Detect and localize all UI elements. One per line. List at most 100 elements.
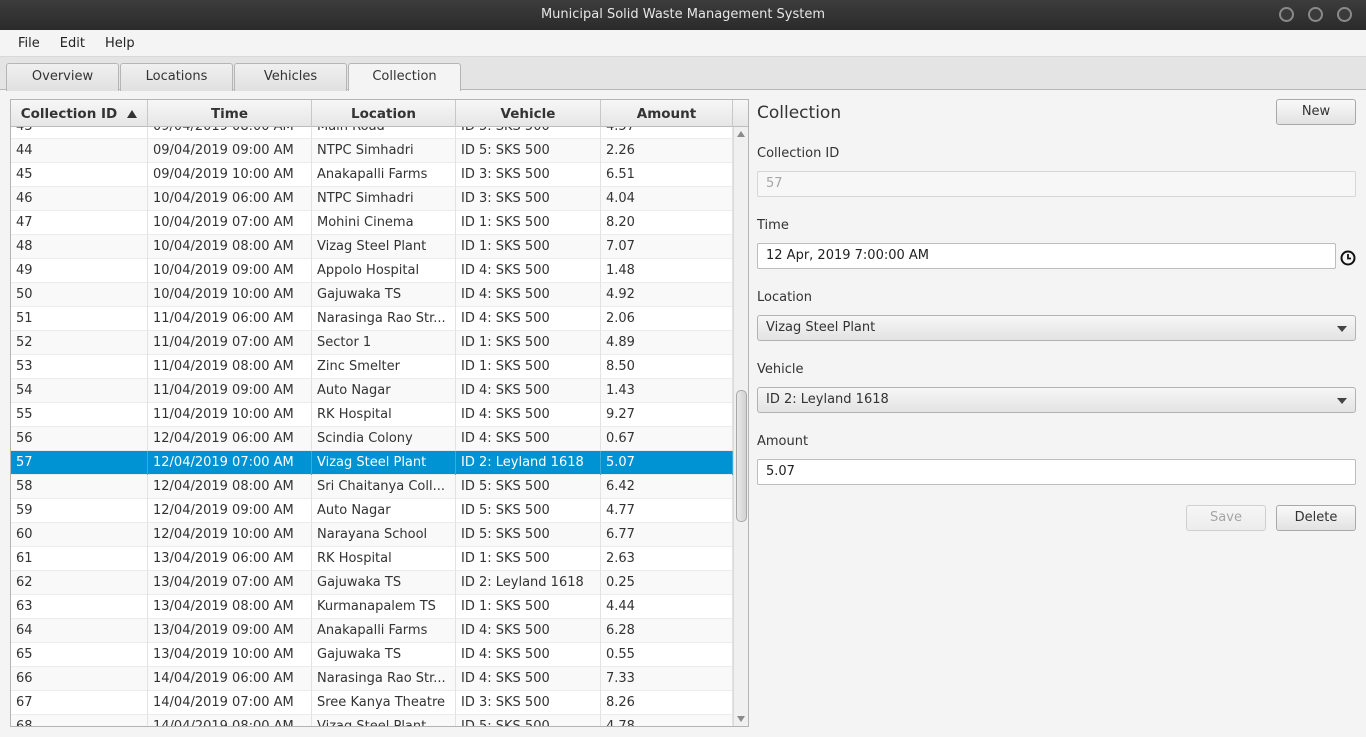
table-row[interactable]: 50 10/04/2019 10:00 AM Gajuwaka TS ID 4: SK… bbox=[11, 283, 733, 307]
column-header-vehicle[interactable]: Vehicle bbox=[456, 100, 601, 127]
cell-vehicle: ID 5: SKS 500 bbox=[456, 139, 601, 163]
tab-overview[interactable]: Overview bbox=[6, 63, 119, 91]
minimize-button[interactable] bbox=[1279, 7, 1294, 22]
new-button[interactable]: New bbox=[1276, 99, 1356, 125]
cell-amount: 6.28 bbox=[601, 619, 733, 643]
tab-collection[interactable]: Collection bbox=[348, 63, 461, 91]
table-row[interactable]: 44 09/04/2019 09:00 AM NTPC Simhadri ID 5: … bbox=[11, 139, 733, 163]
scrollbar-thumb[interactable] bbox=[736, 390, 747, 522]
delete-button[interactable]: Delete bbox=[1276, 505, 1356, 531]
cell-collection-id: 68 bbox=[11, 715, 148, 726]
cell-vehicle: ID 1: SKS 500 bbox=[456, 547, 601, 571]
table-row[interactable]: 49 10/04/2019 09:00 AM Appolo Hospital ID 4… bbox=[11, 259, 733, 283]
cell-vehicle: ID 5: SKS 500 bbox=[456, 523, 601, 547]
tab-locations[interactable]: Locations bbox=[120, 63, 233, 91]
cell-amount: 4.57 bbox=[601, 127, 733, 139]
location-dropdown[interactable]: Vizag Steel Plant bbox=[757, 315, 1356, 341]
cell-amount: 0.25 bbox=[601, 571, 733, 595]
table-row[interactable]: 46 10/04/2019 06:00 AM NTPC Simhadri ID 3: … bbox=[11, 187, 733, 211]
table-row[interactable]: 56 12/04/2019 06:00 AM Scindia Colony ID 4:… bbox=[11, 427, 733, 451]
time-field[interactable]: 12 Apr, 2019 7:00:00 AM bbox=[757, 243, 1336, 269]
table-row[interactable]: 67 14/04/2019 07:00 AM Sree Kanya Theatre I… bbox=[11, 691, 733, 715]
cell-amount: 9.27 bbox=[601, 403, 733, 427]
cell-location: Auto Nagar bbox=[312, 379, 456, 403]
table-row[interactable]: 59 12/04/2019 09:00 AM Auto Nagar ID 5: SKS… bbox=[11, 499, 733, 523]
cell-vehicle: ID 4: SKS 500 bbox=[456, 259, 601, 283]
column-header-location[interactable]: Location bbox=[312, 100, 456, 127]
table-row[interactable]: 65 13/04/2019 10:00 AM Gajuwaka TS ID 4: SK… bbox=[11, 643, 733, 667]
table-row[interactable]: 66 14/04/2019 06:00 AM Narasinga Rao Str..… bbox=[11, 667, 733, 691]
table-row[interactable]: 53 11/04/2019 08:00 AM Zinc Smelter ID 1: S… bbox=[11, 355, 733, 379]
maximize-button[interactable] bbox=[1308, 7, 1323, 22]
cell-collection-id: 53 bbox=[11, 355, 148, 379]
cell-collection-id: 52 bbox=[11, 331, 148, 355]
table-row[interactable]: 61 13/04/2019 06:00 AM RK Hospital ID 1: SK… bbox=[11, 547, 733, 571]
cell-location: Zinc Smelter bbox=[312, 355, 456, 379]
table-row[interactable]: 6814/04/2019 08:00 AMVizag Steel PlantID… bbox=[11, 715, 733, 726]
cell-vehicle: ID 4: SKS 500 bbox=[456, 283, 601, 307]
menu-help[interactable]: Help bbox=[95, 30, 145, 57]
cell-collection-id: 58 bbox=[11, 475, 148, 499]
cell-vehicle: ID 3: SKS 500 bbox=[456, 163, 601, 187]
collection-form: Collection New Collection ID 57 Time 12 … bbox=[757, 99, 1357, 539]
cell-amount: 2.06 bbox=[601, 307, 733, 331]
cell-amount: 4.04 bbox=[601, 187, 733, 211]
table-row[interactable]: 52 11/04/2019 07:00 AM Sector 1 ID 1: SKS 5… bbox=[11, 331, 733, 355]
vertical-scrollbar[interactable] bbox=[733, 127, 748, 726]
table-row[interactable]: 48 10/04/2019 08:00 AM Vizag Steel Plant ID… bbox=[11, 235, 733, 259]
cell-amount: 2.63 bbox=[601, 547, 733, 571]
cell-time: 10/04/2019 10:00 AM bbox=[148, 283, 312, 307]
table-row[interactable]: 51 11/04/2019 06:00 AM Narasinga Rao Str..… bbox=[11, 307, 733, 331]
cell-location: RK Hospital bbox=[312, 403, 456, 427]
collection-id-field: 57 bbox=[757, 171, 1356, 197]
table-row[interactable]: 54 11/04/2019 09:00 AM Auto Nagar ID 4: SKS… bbox=[11, 379, 733, 403]
cell-location: Scindia Colony bbox=[312, 427, 456, 451]
amount-field[interactable]: 5.07 bbox=[757, 459, 1356, 485]
menu-edit[interactable]: Edit bbox=[50, 30, 95, 57]
column-header-collection-id[interactable]: Collection ID bbox=[11, 100, 148, 127]
column-header-amount[interactable]: Amount bbox=[601, 100, 733, 127]
table-row[interactable]: 4309/04/2019 08:00 AMMain RoadID 5: SKS … bbox=[11, 127, 733, 139]
tab-vehicles[interactable]: Vehicles bbox=[234, 63, 347, 91]
column-header-time[interactable]: Time bbox=[148, 100, 312, 127]
cell-vehicle: ID 5: SKS 500 bbox=[456, 715, 601, 726]
collection-table: Collection ID Time Location Vehicle Amou… bbox=[10, 99, 749, 727]
scroll-down-arrow-icon[interactable] bbox=[737, 716, 745, 722]
cell-time: 14/04/2019 08:00 AM bbox=[148, 715, 312, 726]
table-row[interactable]: 45 09/04/2019 10:00 AM Anakapalli Farms ID … bbox=[11, 163, 733, 187]
collection-id-label: Collection ID bbox=[757, 146, 840, 161]
table-row[interactable]: 58 12/04/2019 08:00 AM Sri Chaitanya Coll.… bbox=[11, 475, 733, 499]
cell-vehicle: ID 5: SKS 500 bbox=[456, 127, 601, 139]
cell-location: Gajuwaka TS bbox=[312, 283, 456, 307]
table-row[interactable]: 63 13/04/2019 08:00 AM Kurmanapalem TS ID 1… bbox=[11, 595, 733, 619]
cell-amount: 8.50 bbox=[601, 355, 733, 379]
cell-location: Narasinga Rao Str... bbox=[312, 307, 456, 331]
cell-collection-id: 57 bbox=[11, 451, 148, 475]
scroll-up-arrow-icon[interactable] bbox=[737, 131, 745, 137]
cell-time: 13/04/2019 06:00 AM bbox=[148, 547, 312, 571]
save-button[interactable]: Save bbox=[1186, 505, 1266, 531]
table-row[interactable]: 62 13/04/2019 07:00 AM Gajuwaka TS ID 2: Le… bbox=[11, 571, 733, 595]
clock-icon[interactable] bbox=[1340, 250, 1356, 266]
cell-vehicle: ID 1: SKS 500 bbox=[456, 595, 601, 619]
cell-location: Gajuwaka TS bbox=[312, 571, 456, 595]
table-row[interactable]: 47 10/04/2019 07:00 AM Mohini Cinema ID 1: … bbox=[11, 211, 733, 235]
menu-file[interactable]: File bbox=[8, 30, 50, 57]
cell-time: 11/04/2019 10:00 AM bbox=[148, 403, 312, 427]
table-row[interactable]: 57 12/04/2019 07:00 AM Vizag Steel Plant ID… bbox=[11, 451, 733, 475]
table-row[interactable]: 60 12/04/2019 10:00 AM Narayana School ID 5… bbox=[11, 523, 733, 547]
cell-amount: 4.77 bbox=[601, 499, 733, 523]
cell-collection-id: 66 bbox=[11, 667, 148, 691]
cell-vehicle: ID 2: Leyland 1618 bbox=[456, 571, 601, 595]
cell-amount: 0.67 bbox=[601, 427, 733, 451]
cell-time: 11/04/2019 08:00 AM bbox=[148, 355, 312, 379]
vehicle-dropdown[interactable]: ID 2: Leyland 1618 bbox=[757, 387, 1356, 413]
close-button[interactable] bbox=[1337, 7, 1352, 22]
vehicle-label: Vehicle bbox=[757, 362, 804, 377]
cell-amount: 2.26 bbox=[601, 139, 733, 163]
table-row[interactable]: 64 13/04/2019 09:00 AM Anakapalli Farms ID … bbox=[11, 619, 733, 643]
cell-location: Gajuwaka TS bbox=[312, 643, 456, 667]
cell-amount: 7.33 bbox=[601, 667, 733, 691]
table-row[interactable]: 55 11/04/2019 10:00 AM RK Hospital ID 4: SK… bbox=[11, 403, 733, 427]
cell-collection-id: 49 bbox=[11, 259, 148, 283]
